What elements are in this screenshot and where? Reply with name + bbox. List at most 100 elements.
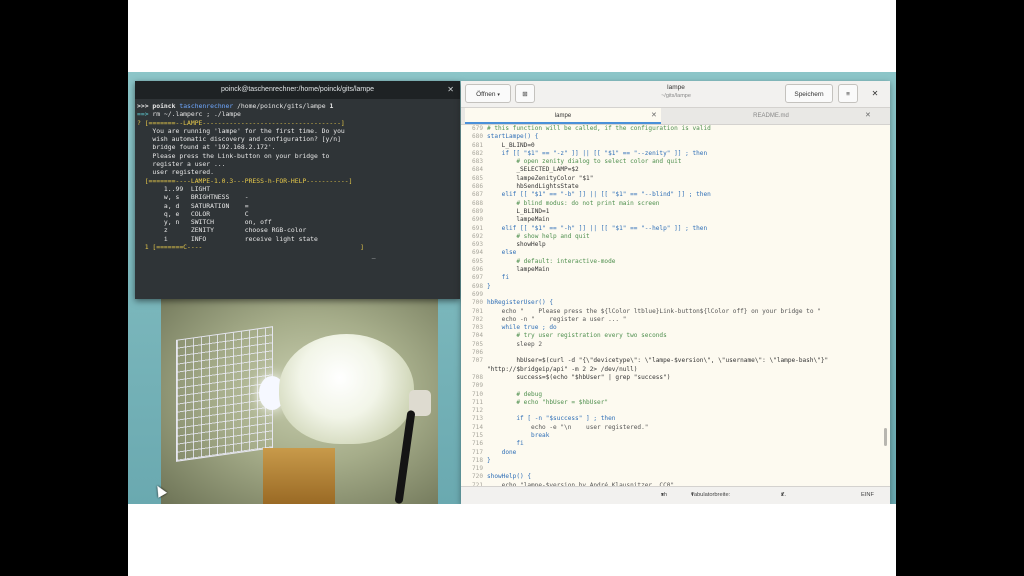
code-line[interactable]: 699 [461, 291, 882, 299]
line-number: 692 [471, 232, 483, 240]
line-number: 690 [471, 216, 483, 224]
tab-width-selector[interactable]: Tabulatorbreite: 4 ▾ [691, 487, 730, 504]
code-line[interactable]: 696 lampeMain [461, 266, 882, 274]
terminal-close-icon[interactable]: ✕ [447, 81, 454, 99]
open-button-label: Öffnen [476, 91, 496, 98]
code-line[interactable]: 680 startLampe() { [461, 133, 882, 141]
terminal-line: bridge found at '192.168.2.172'. [137, 143, 276, 152]
language-selector[interactable]: sh ▾ [661, 487, 667, 504]
code-line[interactable]: 708 success=$(echo "$hbUser" | grep "suc… [461, 374, 882, 382]
code-line[interactable]: 711 # echo "hbUser = $hbUser" [461, 399, 882, 407]
editor-tabs: lampe ✕ README.md ✕ [461, 108, 890, 125]
code-line[interactable]: 689 L_BLIND=1 [461, 208, 882, 216]
text-editor-window: Öffnen ▾ ⊞ lampe ~/gits/lampe Speichern … [461, 81, 890, 504]
code-line[interactable]: 683 # open zenity dialog to select color… [461, 158, 882, 166]
code-view[interactable]: 679 # this function will be called, if th… [461, 125, 882, 487]
code-line[interactable]: 715 break [461, 432, 882, 440]
tab-close-icon[interactable]: ✕ [651, 108, 657, 124]
terminal-output[interactable]: >>> poinck taschenrechner /home/poinck/g… [137, 102, 456, 295]
line-number: 708 [471, 373, 483, 381]
tab-readme[interactable]: README.md [673, 108, 869, 124]
line-number: 720 [471, 473, 483, 481]
code-line[interactable]: "http://$bridgeip/api" -m 2 2> /dev/null… [461, 366, 882, 374]
line-number: 680 [471, 133, 483, 141]
line-number: 700 [471, 299, 483, 307]
line-number: 682 [471, 149, 483, 157]
code-line[interactable]: 693 showHelp [461, 241, 882, 249]
code-line[interactable]: 685 lampeZenityColor "$1" [461, 175, 882, 183]
code-text: # try user registration every two second… [487, 332, 667, 340]
desktop: poinck@taschenrechner:/home/poinck/gits/… [128, 72, 896, 504]
code-line[interactable]: 694 else [461, 249, 882, 257]
code-line[interactable]: 717 done [461, 449, 882, 457]
code-text: showHelp() { [487, 473, 532, 481]
code-line[interactable]: 712 [461, 407, 882, 415]
code-text: showHelp [487, 241, 546, 249]
terminal-line: 1..99 LIGHT [137, 184, 211, 193]
code-line[interactable]: 720 showHelp() { [461, 473, 882, 481]
menu-button[interactable]: ≡ [838, 84, 858, 103]
cursor-position[interactable]: Z. 22, Sp. 13 ▾ [781, 487, 786, 504]
code-text: } [487, 456, 491, 464]
code-line[interactable]: 679 # this function will be called, if th… [461, 125, 882, 133]
line-number: 694 [471, 249, 483, 257]
code-line[interactable]: 692 # show help and quit [461, 233, 882, 241]
photo-stand [263, 448, 335, 504]
code-line[interactable]: 713 if [ -n "$success" ] ; then [461, 415, 882, 423]
code-line[interactable]: 702 echo -n " register a user ... " [461, 316, 882, 324]
terminal-window[interactable]: poinck@taschenrechner:/home/poinck/gits/… [135, 81, 460, 299]
code-line[interactable]: 706 [461, 349, 882, 357]
tab-lampe[interactable]: lampe [465, 108, 661, 124]
code-text: echo -e "\n user registered." [487, 423, 649, 431]
line-number: 709 [471, 382, 483, 390]
code-line[interactable]: 701 echo " Please press the ${lColor ltb… [461, 308, 882, 316]
code-line[interactable]: 719 [461, 465, 882, 473]
code-line[interactable]: 704 # try user registration every two se… [461, 332, 882, 340]
terminal-line: i INFO receive light state [137, 234, 318, 243]
photo-cloud-lamp [279, 334, 414, 444]
tab-close-icon[interactable]: ✕ [865, 108, 871, 124]
code-line[interactable]: 718} [461, 457, 882, 465]
code-text: # debug [487, 390, 543, 398]
code-line[interactable]: 684 _SELECTED_LAMP=$2 [461, 166, 882, 174]
open-button[interactable]: Öffnen ▾ [465, 84, 511, 103]
line-number: 698 [471, 282, 483, 290]
editor-scrollbar[interactable] [882, 125, 888, 487]
code-line[interactable]: 698} [461, 283, 882, 291]
terminal-line: register a user ... [137, 160, 226, 169]
code-line[interactable]: 690 lampeMain [461, 216, 882, 224]
code-line[interactable]: 688 # blind modus: do not print main scr… [461, 200, 882, 208]
code-line[interactable]: 682 if [[ "$1" == "-z" ]] || [[ "$1" == … [461, 150, 882, 158]
save-button[interactable]: Speichern [785, 84, 833, 103]
line-number: 712 [471, 407, 483, 415]
scrollbar-thumb[interactable] [884, 428, 887, 446]
code-line[interactable]: 705 sleep 2 [461, 341, 882, 349]
code-line[interactable]: 695 # default: interactive-mode [461, 258, 882, 266]
code-line[interactable]: 707 hbUser=$(curl -d "{\"devicetype\": \… [461, 357, 882, 365]
code-line[interactable]: 700 hbRegisterUser() { [461, 299, 882, 307]
code-text: echo -n " register a user ... " [487, 315, 627, 323]
code-text: elif [[ "$1" == "-b" ]] || [[ "$1" == "-… [487, 191, 711, 199]
line-number: 716 [471, 440, 483, 448]
code-text: echo " Please press the ${lColor ltblue}… [487, 307, 821, 315]
code-line[interactable]: 703 while true ; do [461, 324, 882, 332]
line-number: 685 [471, 174, 483, 182]
code-text: # this function will be called, if the c… [487, 125, 711, 132]
new-document-button[interactable]: ⊞ [515, 84, 535, 103]
terminal-line: Please press the Link-button on your bri… [137, 151, 330, 160]
code-line[interactable]: 691 elif [[ "$1" == "-h" ]] || [[ "$1" =… [461, 225, 882, 233]
tab-label: lampe [554, 113, 572, 119]
editor-statusbar: sh ▾ Tabulatorbreite: 4 ▾ Z. 22, Sp. 13 … [461, 486, 890, 504]
line-number: 689 [471, 207, 483, 215]
code-line[interactable]: 714 echo -e "\n user registered." [461, 424, 882, 432]
code-line[interactable]: 710 # debug [461, 391, 882, 399]
close-icon[interactable]: ✕ [867, 84, 883, 103]
code-line[interactable]: 697 fi [461, 274, 882, 282]
code-text: fi [487, 440, 524, 448]
code-line[interactable]: 681 L_BLIND=0 [461, 142, 882, 150]
code-line[interactable]: 687 elif [[ "$1" == "-b" ]] || [[ "$1" =… [461, 191, 882, 199]
hamburger-menu-icon: ≡ [846, 91, 850, 98]
code-line[interactable]: 716 fi [461, 440, 882, 448]
code-line[interactable]: 686 hbSendLightsState [461, 183, 882, 191]
code-line[interactable]: 709 [461, 382, 882, 390]
